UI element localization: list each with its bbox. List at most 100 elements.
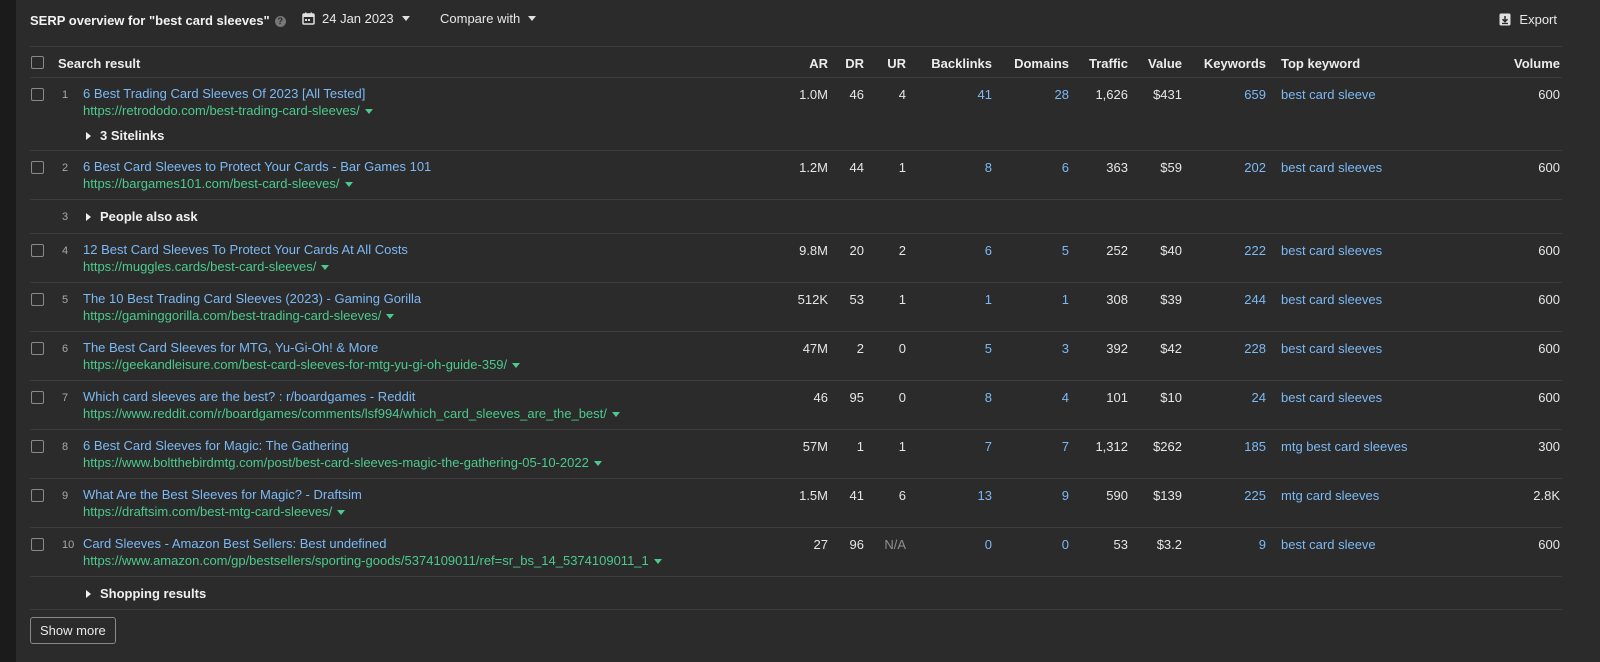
row-checkbox[interactable] [31, 391, 44, 404]
cell-keywords[interactable]: 9 [1259, 537, 1266, 552]
result-url-link[interactable]: https://bargames101.com/best-card-sleeve… [83, 176, 353, 191]
cell-keywords[interactable]: 24 [1252, 390, 1266, 405]
compare-with-dropdown[interactable]: Compare with [440, 11, 537, 26]
row-checkbox[interactable] [31, 88, 44, 101]
result-title-link[interactable]: 6 Best Card Sleeves for Magic: The Gathe… [83, 438, 349, 453]
cell-domains[interactable]: 9 [1062, 488, 1069, 503]
row-position: 3 [62, 211, 69, 223]
cell-keywords[interactable]: 202 [1244, 160, 1266, 175]
row-checkbox[interactable] [31, 489, 44, 502]
result-url-text: https://bargames101.com/best-card-sleeve… [83, 176, 340, 191]
result-url-text: https://gaminggorilla.com/best-trading-c… [83, 308, 382, 323]
cell-domains[interactable]: 4 [1062, 390, 1069, 405]
date-picker-button[interactable]: 24 Jan 2023 [302, 11, 410, 26]
col-keywords[interactable]: Keywords [1204, 56, 1266, 71]
chevron-down-icon [344, 182, 353, 187]
cell-keywords[interactable]: 225 [1244, 488, 1266, 503]
row-checkbox[interactable] [31, 342, 44, 355]
row-checkbox[interactable] [31, 244, 44, 257]
triangle-right-icon [86, 213, 91, 221]
col-backlinks[interactable]: Backlinks [931, 56, 992, 71]
cell-dr: 20 [849, 243, 864, 258]
result-title-link[interactable]: The 10 Best Trading Card Sleeves (2023) … [83, 291, 421, 306]
cell-traffic: 363 [1106, 160, 1128, 175]
serp-overview-panel: SERP overview for "best card sleeves"? 2… [16, 0, 1600, 662]
col-domains[interactable]: Domains [1014, 56, 1069, 71]
cell-domains[interactable]: 28 [1055, 87, 1069, 102]
cell-top-keyword[interactable]: best card sleeves [1281, 341, 1382, 356]
cell-top-keyword[interactable]: mtg best card sleeves [1281, 439, 1407, 454]
row-checkbox[interactable] [31, 538, 44, 551]
col-volume[interactable]: Volume [1514, 56, 1560, 71]
cell-top-keyword[interactable]: best card sleeve [1281, 537, 1376, 552]
select-all-checkbox[interactable] [31, 56, 44, 69]
cell-backlinks[interactable]: 0 [985, 537, 992, 552]
cell-top-keyword[interactable]: best card sleeves [1281, 160, 1382, 175]
export-button[interactable]: Export [1499, 12, 1557, 27]
result-url-text: https://www.reddit.com/r/boardgames/comm… [83, 406, 607, 421]
cell-keywords[interactable]: 659 [1244, 87, 1266, 102]
result-title-link[interactable]: What Are the Best Sleeves for Magic? - D… [83, 487, 362, 502]
cell-keywords[interactable]: 244 [1244, 292, 1266, 307]
result-url-link[interactable]: https://geekandleisure.com/best-card-sle… [83, 357, 521, 372]
result-url-link[interactable]: https://www.boltthebirdmtg.com/post/best… [83, 455, 602, 470]
result-url-link[interactable]: https://gaminggorilla.com/best-trading-c… [83, 308, 395, 323]
col-ur[interactable]: UR [887, 56, 906, 71]
cell-backlinks[interactable]: 8 [985, 160, 992, 175]
result-url-link[interactable]: https://retrododo.com/best-trading-card-… [83, 103, 373, 118]
cell-traffic: 101 [1106, 390, 1128, 405]
cell-domains[interactable]: 6 [1062, 160, 1069, 175]
cell-domains[interactable]: 0 [1062, 537, 1069, 552]
cell-top-keyword[interactable]: best card sleeves [1281, 292, 1382, 307]
page-title-text: SERP overview for "best card sleeves" [30, 13, 270, 28]
cell-backlinks[interactable]: 7 [985, 439, 992, 454]
result-title-link[interactable]: Card Sleeves - Amazon Best Sellers: Best… [83, 536, 387, 551]
col-value[interactable]: Value [1148, 56, 1182, 71]
cell-keywords[interactable]: 228 [1244, 341, 1266, 356]
cell-domains[interactable]: 5 [1062, 243, 1069, 258]
cell-backlinks[interactable]: 5 [985, 341, 992, 356]
cell-ur: 0 [898, 341, 906, 356]
row-checkbox[interactable] [31, 440, 44, 453]
result-title-link[interactable]: Which card sleeves are the best? : r/boa… [83, 389, 415, 404]
cell-top-keyword[interactable]: best card sleeves [1281, 243, 1382, 258]
result-url-link[interactable]: https://muggles.cards/best-card-sleeves/ [83, 259, 330, 274]
cell-backlinks[interactable]: 13 [978, 488, 992, 503]
people-also-ask-toggle[interactable]: People also ask [86, 209, 198, 224]
row-checkbox[interactable] [31, 293, 44, 306]
result-title-link[interactable]: 12 Best Card Sleeves To Protect Your Car… [83, 242, 408, 257]
cell-top-keyword[interactable]: best card sleeves [1281, 390, 1382, 405]
result-title-link[interactable]: 6 Best Card Sleeves to Protect Your Card… [83, 159, 431, 174]
col-traffic[interactable]: Traffic [1089, 56, 1128, 71]
result-url-link[interactable]: https://draftsim.com/best-mtg-card-sleev… [83, 504, 346, 519]
table-row: 1 6 Best Trading Card Sleeves Of 2023 [A… [30, 78, 1562, 151]
table-row: 5 The 10 Best Trading Card Sleeves (2023… [30, 283, 1562, 332]
col-search-result[interactable]: Search result [58, 56, 140, 71]
cell-domains[interactable]: 3 [1062, 341, 1069, 356]
cell-top-keyword[interactable]: best card sleeve [1281, 87, 1376, 102]
result-title-link[interactable]: The Best Card Sleeves for MTG, Yu-Gi-Oh!… [83, 340, 378, 355]
cell-keywords[interactable]: 222 [1244, 243, 1266, 258]
cell-backlinks[interactable]: 8 [985, 390, 992, 405]
sitelinks-toggle[interactable]: 3 Sitelinks [86, 128, 164, 143]
result-title-link[interactable]: 6 Best Trading Card Sleeves Of 2023 [All… [83, 86, 365, 101]
cell-keywords[interactable]: 185 [1244, 439, 1266, 454]
help-icon[interactable]: ? [274, 16, 286, 27]
left-sidebar-strip [0, 0, 16, 662]
cell-backlinks[interactable]: 41 [978, 87, 992, 102]
cell-top-keyword[interactable]: mtg card sleeves [1281, 488, 1379, 503]
result-url-link[interactable]: https://www.reddit.com/r/boardgames/comm… [83, 406, 620, 421]
result-url-link[interactable]: https://www.amazon.com/gp/bestsellers/sp… [83, 553, 662, 568]
cell-backlinks[interactable]: 6 [985, 243, 992, 258]
row-checkbox[interactable] [31, 161, 44, 174]
show-more-button[interactable]: Show more [30, 617, 116, 644]
col-dr[interactable]: DR [845, 56, 864, 71]
shopping-results-toggle[interactable]: Shopping results [86, 586, 206, 601]
cell-domains[interactable]: 1 [1062, 292, 1069, 307]
cell-value: $139 [1153, 488, 1182, 503]
result-url-text: https://draftsim.com/best-mtg-card-sleev… [83, 504, 333, 519]
col-ar[interactable]: AR [809, 56, 828, 71]
col-top-keyword[interactable]: Top keyword [1281, 56, 1360, 71]
cell-domains[interactable]: 7 [1062, 439, 1069, 454]
cell-backlinks[interactable]: 1 [985, 292, 992, 307]
